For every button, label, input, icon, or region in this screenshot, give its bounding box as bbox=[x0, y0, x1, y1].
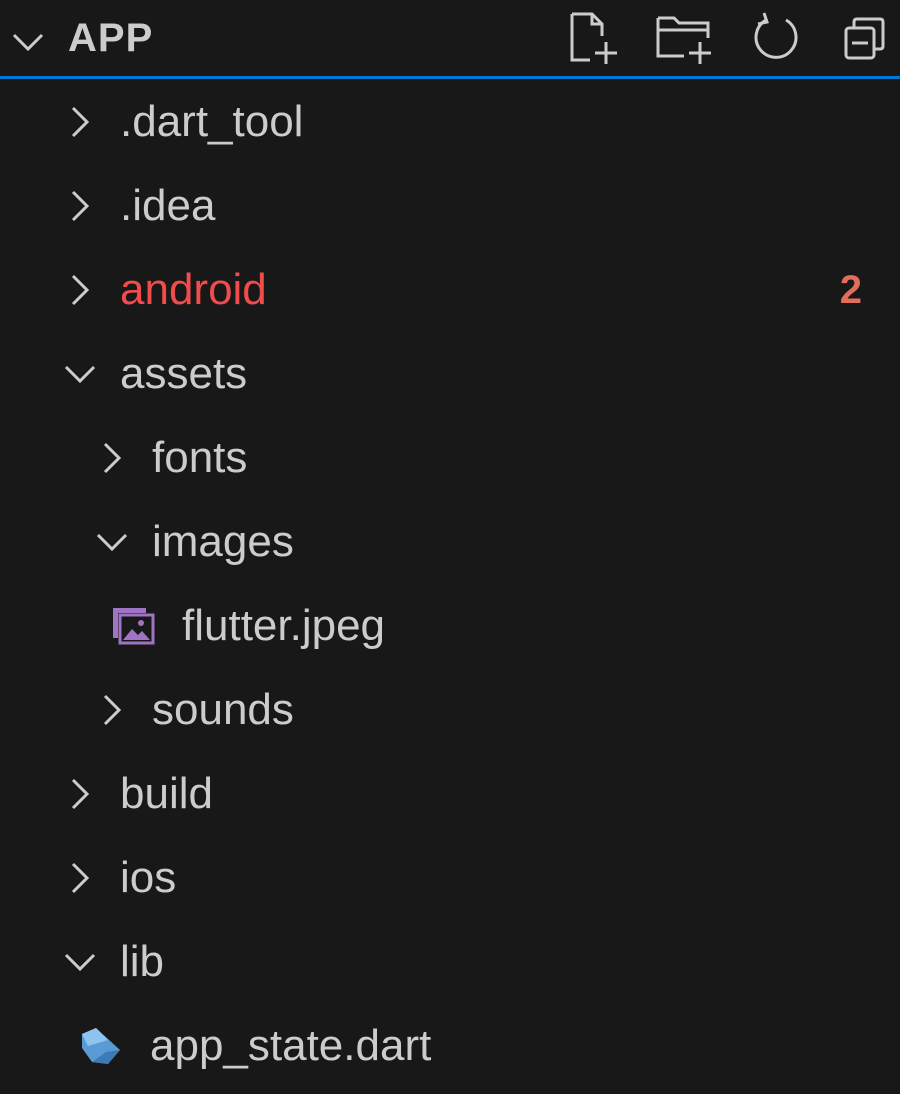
new-file-icon bbox=[562, 10, 622, 66]
tree-item-label: fonts bbox=[152, 433, 248, 482]
tree-item-ios[interactable]: ios bbox=[0, 836, 900, 920]
refresh-button[interactable] bbox=[746, 10, 806, 66]
tree-item-fonts[interactable]: fonts bbox=[0, 416, 900, 500]
collapse-all-button[interactable] bbox=[838, 10, 898, 66]
explorer-title: APP bbox=[68, 16, 154, 60]
tree-item-build[interactable]: build bbox=[0, 752, 900, 836]
tree-item-lib[interactable]: lib bbox=[0, 920, 900, 1004]
new-folder-button[interactable] bbox=[654, 10, 714, 66]
tree-item-label: ios bbox=[120, 853, 177, 902]
tree-item-label: lib bbox=[120, 937, 165, 986]
tree-item-android[interactable]: android 2 bbox=[0, 248, 900, 332]
dart-file-icon bbox=[78, 1024, 124, 1068]
chevron-down-icon[interactable] bbox=[60, 942, 100, 982]
tree-item-label: images bbox=[152, 517, 294, 566]
chevron-right-icon[interactable] bbox=[92, 690, 132, 730]
tree-item-dart-tool[interactable]: .dart_tool bbox=[0, 80, 900, 164]
tree-item-flutter-jpeg[interactable]: flutter.jpeg bbox=[0, 584, 900, 668]
tree-item-label: app_state.dart bbox=[150, 1021, 432, 1070]
chevron-down-icon[interactable] bbox=[60, 354, 100, 394]
new-file-button[interactable] bbox=[562, 10, 622, 66]
collapse-all-icon bbox=[838, 10, 898, 66]
tree-item-label: build bbox=[120, 769, 213, 818]
chevron-down-icon[interactable] bbox=[92, 522, 132, 562]
tree-item-label: .dart_tool bbox=[120, 97, 304, 146]
new-folder-icon bbox=[654, 10, 714, 66]
focus-border bbox=[0, 76, 900, 79]
tree-item-app-state-dart[interactable]: app_state.dart bbox=[0, 1004, 900, 1088]
explorer-header[interactable]: APP bbox=[0, 0, 900, 76]
tree-item-label: sounds bbox=[152, 685, 294, 734]
chevron-right-icon[interactable] bbox=[92, 438, 132, 478]
tree-item-label: flutter.jpeg bbox=[182, 601, 386, 650]
tree-item-label: .idea bbox=[120, 181, 216, 230]
tree-item-label: android bbox=[120, 265, 267, 314]
chevron-right-icon[interactable] bbox=[60, 774, 100, 814]
chevron-right-icon[interactable] bbox=[60, 186, 100, 226]
refresh-icon bbox=[746, 10, 806, 66]
tree-item-label: assets bbox=[120, 349, 248, 398]
chevron-right-icon[interactable] bbox=[60, 102, 100, 142]
tree-item-images[interactable]: images bbox=[0, 500, 900, 584]
tree-item-idea[interactable]: .idea bbox=[0, 164, 900, 248]
chevron-down-icon[interactable] bbox=[8, 22, 48, 62]
chevron-right-icon[interactable] bbox=[60, 858, 100, 898]
tree-item-assets[interactable]: assets bbox=[0, 332, 900, 416]
chevron-right-icon[interactable] bbox=[60, 270, 100, 310]
tree-item-sounds[interactable]: sounds bbox=[0, 668, 900, 752]
problem-count-badge: 2 bbox=[839, 268, 862, 312]
image-file-icon bbox=[110, 604, 156, 648]
